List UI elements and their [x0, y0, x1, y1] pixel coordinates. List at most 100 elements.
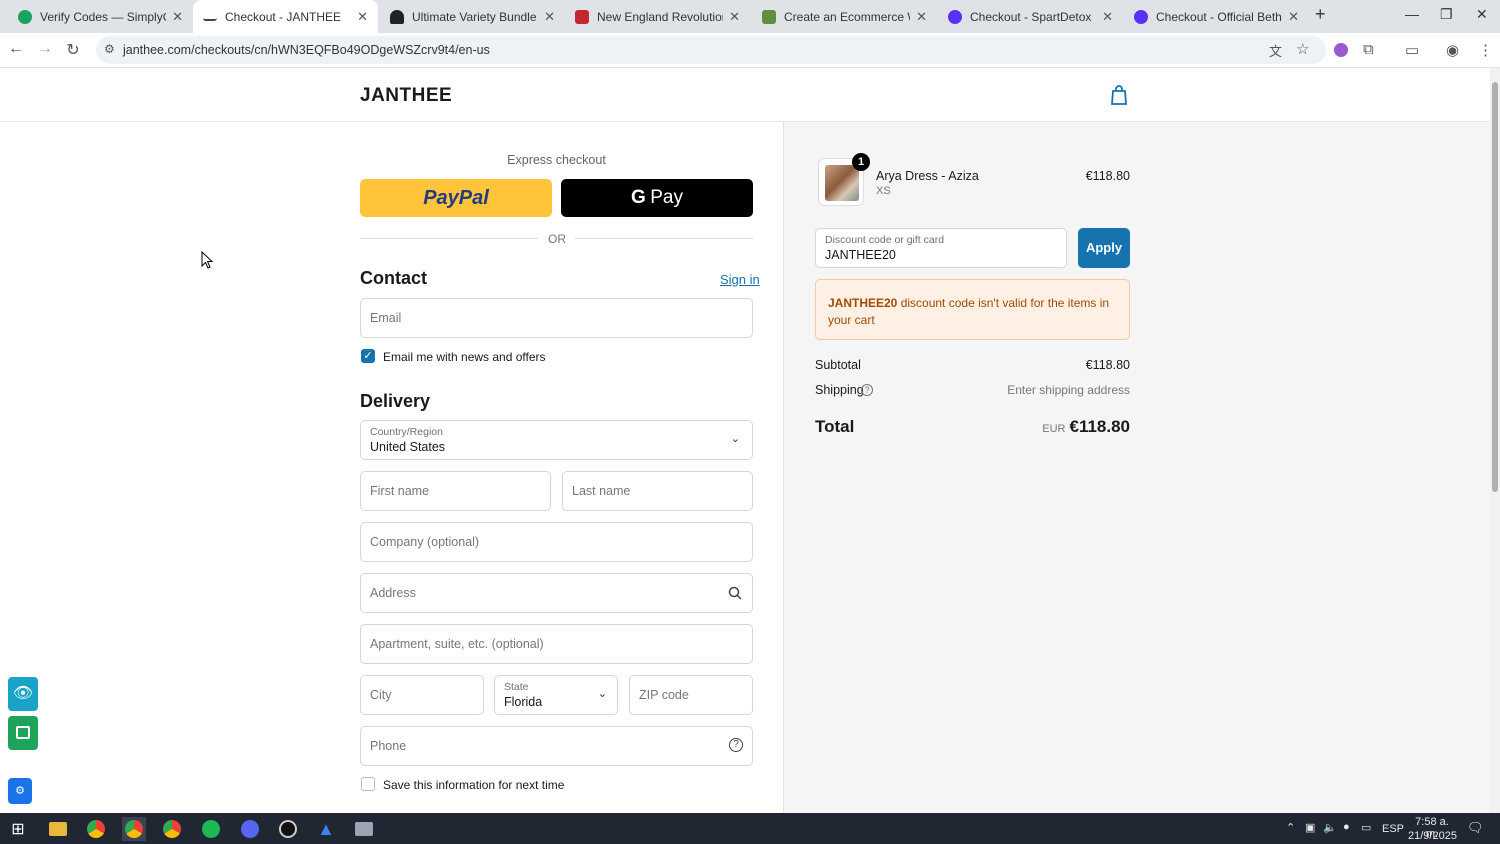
scrollbar-thumb[interactable] [1492, 82, 1498, 492]
reload-icon[interactable]: ↻ [63, 40, 83, 60]
site-info-icon[interactable]: ⚙ [104, 42, 115, 56]
new-tab-icon[interactable]: + [1315, 4, 1326, 25]
help-circle-icon[interactable]: ? [729, 738, 743, 752]
chrome-icon[interactable] [84, 817, 108, 841]
browser-tab[interactable]: Checkout - SpartDetox ✕ [938, 0, 1123, 33]
page-scrollbar[interactable] [1490, 68, 1500, 813]
close-tab-icon[interactable]: ✕ [357, 9, 368, 25]
address-placeholder: Address [370, 586, 416, 600]
apply-button[interactable]: Apply [1078, 228, 1130, 268]
close-tab-icon[interactable]: ✕ [729, 9, 740, 25]
minimize-icon[interactable]: — [1405, 6, 1419, 22]
chrome-logo-icon [125, 820, 143, 838]
close-window-icon[interactable]: ✕ [1476, 6, 1488, 23]
browser-tab[interactable]: Create an Ecommerce Website ✕ [752, 0, 937, 33]
discount-label: Discount code or gift card [825, 234, 945, 246]
translate-icon[interactable]: 文 [1269, 41, 1282, 60]
chrome-profile-icon[interactable] [160, 817, 184, 841]
app-icon[interactable] [238, 817, 262, 841]
profile-icon[interactable]: ◉ [1446, 41, 1459, 59]
close-tab-icon[interactable]: ✕ [544, 9, 555, 25]
country-value: United States [370, 440, 446, 454]
close-tab-icon[interactable]: ✕ [1102, 9, 1113, 25]
tray-app-icon[interactable]: ▣ [1305, 821, 1315, 834]
stack-widget-button[interactable] [8, 716, 38, 750]
paypal-logo: PayPal [423, 187, 489, 209]
close-tab-icon[interactable]: ✕ [172, 9, 183, 25]
close-tab-icon[interactable]: ✕ [1288, 9, 1299, 25]
notifications-icon[interactable]: 🗨 [1467, 820, 1484, 836]
windows-start-icon[interactable]: ⊞ [6, 817, 30, 841]
close-tab-icon[interactable]: ✕ [916, 9, 927, 25]
country-select[interactable]: Country/Region United States ⌄ [360, 420, 753, 460]
phone-field[interactable]: Phone ? [360, 726, 753, 766]
last-name-field[interactable]: Last name [562, 471, 753, 511]
sign-in-link[interactable]: Sign in [720, 272, 760, 287]
volume-icon[interactable]: 🔈 [1323, 821, 1337, 834]
state-select[interactable]: State Florida ⌄ [494, 675, 618, 715]
forward-icon[interactable]: → [35, 40, 55, 58]
checkout-page: JANTHEE Express checkout PayPal G Pay OR… [0, 68, 1490, 813]
error-code: JANTHEE20 [828, 296, 898, 310]
browser-tab[interactable]: New England Revolution Gear, ✕ [565, 0, 750, 33]
spotify-icon[interactable] [199, 817, 223, 841]
email-field[interactable]: Email [360, 298, 753, 338]
network-icon[interactable]: ▭ [1361, 821, 1371, 834]
city-field[interactable]: City [360, 675, 484, 715]
side-panel-icon[interactable]: ▭ [1405, 41, 1419, 59]
discount-code-field[interactable]: Discount code or gift card JANTHEE20 [815, 228, 1067, 268]
browser-tab[interactable]: Verify Codes — SimplyCodes ✕ [8, 0, 193, 33]
phone-placeholder: Phone [370, 739, 407, 753]
shipping-value: Enter shipping address [1007, 383, 1130, 397]
store-logo[interactable]: JANTHEE [360, 85, 452, 107]
app-icon[interactable]: ▲ [314, 817, 338, 841]
app-logo-icon [241, 820, 259, 838]
browser-tab-active[interactable]: Checkout - JANTHEE ✕ [193, 0, 378, 33]
app-icon[interactable] [352, 817, 376, 841]
revolution-favicon-icon [575, 9, 589, 24]
bookmark-star-icon[interactable]: ☆ [1296, 40, 1309, 58]
country-label: Country/Region [370, 426, 443, 438]
app-icon[interactable] [276, 817, 300, 841]
paypal-button[interactable]: PayPal [360, 179, 552, 217]
google-pay-button[interactable]: G Pay [561, 179, 753, 217]
email-placeholder: Email [370, 311, 402, 325]
address-field[interactable]: Address [360, 573, 753, 613]
total-label: Total [815, 417, 855, 436]
chrome-active-icon[interactable] [122, 817, 146, 841]
menu-icon[interactable]: ⋮ [1478, 41, 1493, 59]
file-explorer-icon[interactable] [46, 817, 70, 841]
clock-date[interactable]: 21/9/2025 [1408, 830, 1457, 842]
company-field[interactable]: Company (optional) [360, 522, 753, 562]
chrome-logo-icon [87, 820, 105, 838]
tray-overflow-icon[interactable]: ⌃ [1286, 821, 1295, 834]
total-value-wrap: EUR €118.80 [1042, 417, 1130, 437]
back-icon[interactable]: ← [6, 40, 26, 58]
mouse-cursor-icon [201, 251, 213, 269]
first-name-field[interactable]: First name [360, 471, 551, 511]
browser-tab[interactable]: Ultimate Variety Bundle | Fellow ✕ [380, 0, 565, 33]
zip-field[interactable]: ZIP code [629, 675, 753, 715]
settings-widget-button[interactable]: ⚙ [8, 778, 32, 804]
newsletter-checkbox[interactable]: ✓ [361, 349, 375, 363]
extension-purple-icon[interactable] [1334, 43, 1348, 57]
eye-widget-button[interactable]: 👁 [8, 677, 38, 711]
divider-line [575, 238, 753, 239]
chevron-down-icon: ⌄ [597, 688, 607, 700]
shopify-favicon-icon [762, 9, 776, 24]
address-bar[interactable]: ⚙ janthee.com/checkouts/cn/hWN3EQFBo49OD… [96, 36, 1326, 64]
store-header: JANTHEE [0, 68, 1490, 122]
city-placeholder: City [370, 688, 392, 702]
extensions-puzzle-icon[interactable]: ⧉ [1363, 41, 1374, 58]
browser-tab[interactable]: Checkout - Official Bethesda Ge ✕ [1124, 0, 1309, 33]
chevron-down-icon: ⌄ [730, 433, 740, 445]
tab-title: New England Revolution Gear, [597, 9, 724, 24]
shopping-bag-icon[interactable] [1110, 85, 1128, 105]
save-info-checkbox[interactable] [361, 777, 375, 791]
apartment-field[interactable]: Apartment, suite, etc. (optional) [360, 624, 753, 664]
shipping-help-icon[interactable]: ? [861, 384, 873, 396]
restore-icon[interactable]: ❐ [1440, 6, 1453, 23]
microphone-icon[interactable]: ● [1343, 821, 1350, 833]
language-indicator[interactable]: ESP [1382, 823, 1404, 835]
tab-title: Ultimate Variety Bundle | Fellow [412, 9, 538, 24]
